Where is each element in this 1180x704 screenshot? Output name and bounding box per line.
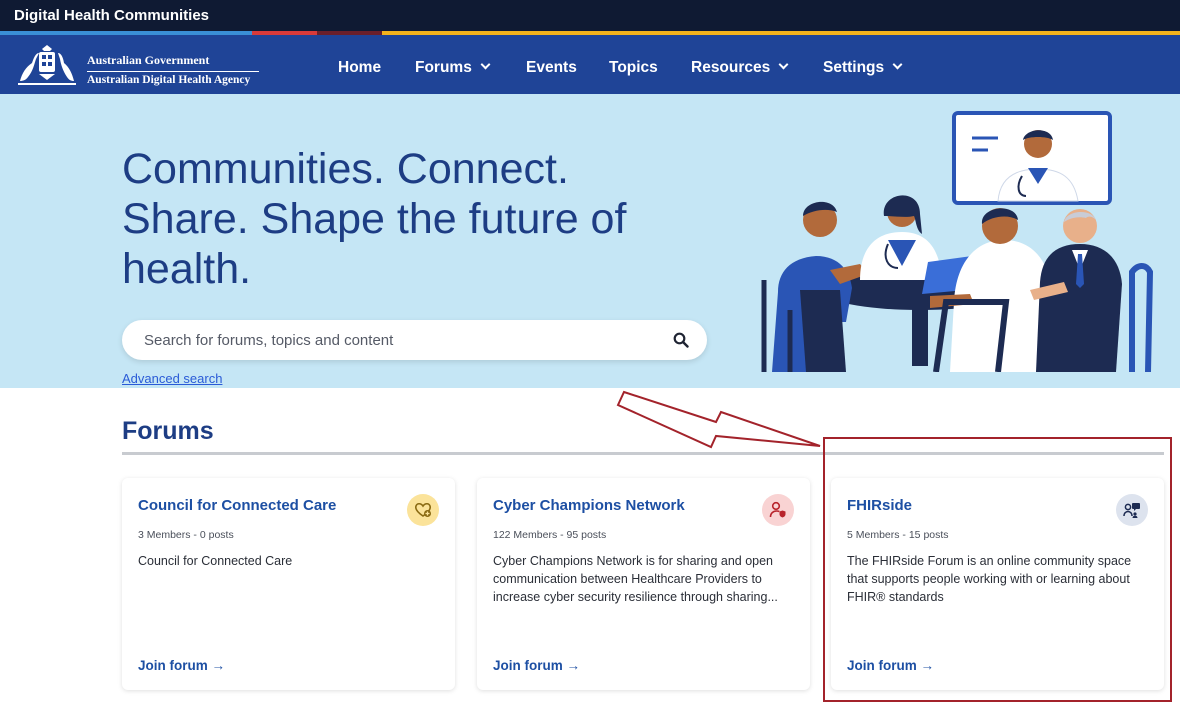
main-navigation: Australian Government Australian Digital… xyxy=(0,35,1180,94)
logo-line-1: Australian Government xyxy=(87,53,210,67)
coat-of-arms-icon xyxy=(18,45,76,85)
meeting-illustration xyxy=(761,111,1154,372)
nav-resources[interactable]: Resources xyxy=(691,59,789,77)
forum-title[interactable]: Cyber Champions Network xyxy=(493,497,685,514)
forum-stats: 122 Members - 95 posts xyxy=(493,529,607,541)
forum-title[interactable]: Council for Connected Care xyxy=(138,497,336,514)
agency-logo[interactable]: Australian Government Australian Digital… xyxy=(12,41,262,89)
join-forum-link[interactable]: Join forum → xyxy=(493,658,580,673)
forum-stats: 3 Members - 0 posts xyxy=(138,529,234,541)
search-input[interactable] xyxy=(144,320,664,360)
site-title[interactable]: Digital Health Communities xyxy=(14,7,209,24)
join-forum-link[interactable]: Join forum → xyxy=(138,658,225,673)
forums-heading: Forums xyxy=(122,417,214,445)
forum-card-council[interactable]: Council for Connected Care 3 Members - 0… xyxy=(122,478,455,690)
nav-home[interactable]: Home xyxy=(338,59,381,77)
heart-plus-icon xyxy=(414,502,432,517)
advanced-search-link[interactable]: Advanced search xyxy=(122,371,222,386)
search-bar xyxy=(122,320,707,360)
chevron-down-icon xyxy=(480,59,491,70)
chevron-down-icon xyxy=(892,59,903,70)
forum-description: Council for Connected Care xyxy=(138,554,293,568)
hero-headline: Communities. Connect. Share. Shape the f… xyxy=(122,145,627,293)
logo-divider xyxy=(87,71,259,72)
nav-events[interactable]: Events xyxy=(526,59,577,77)
forum-card-cyber[interactable]: Cyber Champions Network 122 Members - 95… xyxy=(477,478,810,690)
user-shield-icon xyxy=(769,501,786,518)
search-icon[interactable] xyxy=(673,332,689,348)
nav-settings[interactable]: Settings xyxy=(823,59,903,77)
annotation-highlight-box xyxy=(823,437,1172,702)
nav-forums[interactable]: Forums xyxy=(415,59,491,77)
logo-line-2: Australian Digital Health Agency xyxy=(87,74,251,86)
site-header-strip: Digital Health Communities xyxy=(0,0,1180,31)
forum-badge xyxy=(407,494,439,526)
forum-description: Cyber Champions Network is for sharing a… xyxy=(493,554,778,604)
hero-banner: Communities. Connect. Share. Shape the f… xyxy=(0,94,1180,388)
nav-topics[interactable]: Topics xyxy=(609,59,658,77)
forum-badge xyxy=(762,494,794,526)
chevron-down-icon xyxy=(778,59,789,70)
